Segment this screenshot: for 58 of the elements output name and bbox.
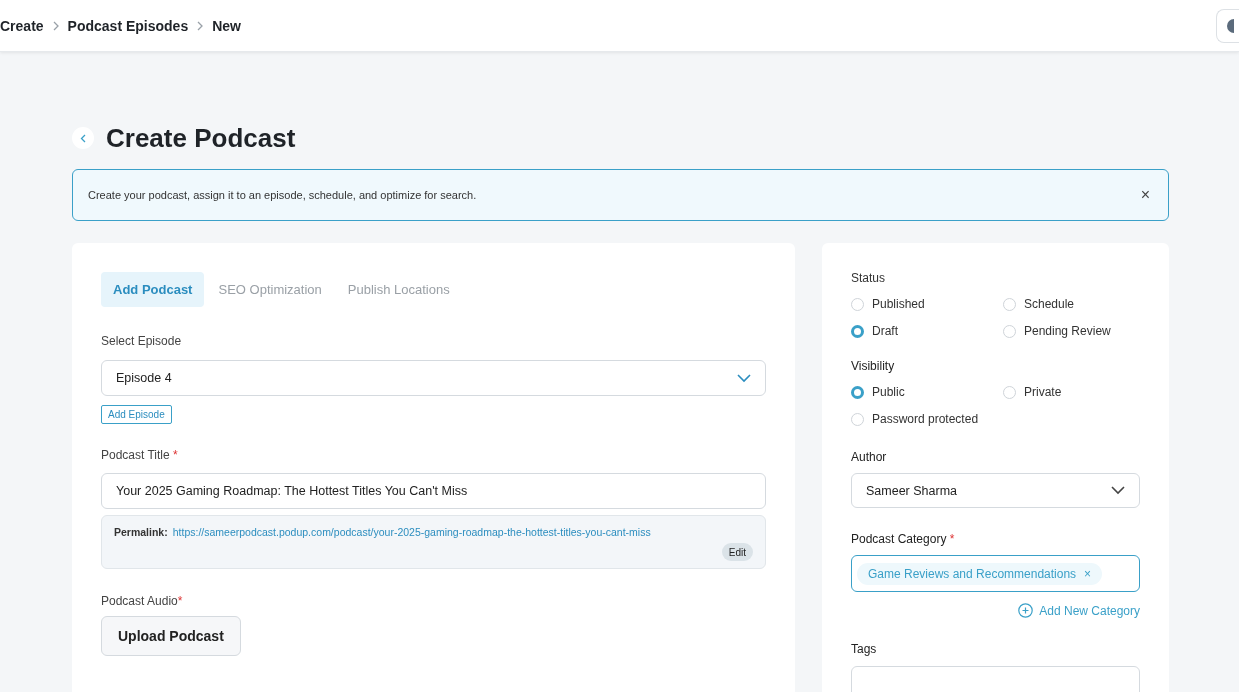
radio-label: Password protected — [872, 412, 979, 426]
tags-input[interactable] — [851, 666, 1140, 692]
upload-button[interactable]: Upload Podcast — [101, 616, 241, 656]
radio-button[interactable] — [1003, 324, 1016, 338]
radio-button[interactable] — [1003, 385, 1016, 399]
field-label: Select Episode — [101, 334, 183, 348]
edit-button[interactable]: Edit — [721, 543, 753, 561]
radio-label: Draft — [872, 324, 898, 338]
radio-label: Pending Review — [1024, 324, 1111, 338]
close-button[interactable]: × — [1136, 186, 1154, 204]
radio-label: Public — [872, 385, 905, 399]
section-label: Tags — [851, 642, 878, 656]
chevron-right-icon — [197, 20, 204, 31]
help-button[interactable] — [1216, 8, 1239, 43]
chevron-right-icon — [52, 20, 59, 31]
field-label: Podcast Audio — [101, 594, 178, 608]
radio-option[interactable]: Published — [851, 295, 1003, 313]
radio-button[interactable] — [851, 297, 864, 311]
chevron-down-icon — [1111, 486, 1125, 495]
required-mark: * — [173, 448, 178, 462]
radio-button[interactable] — [851, 412, 864, 426]
page-title: Create Podcast — [106, 122, 296, 154]
plus-circle-icon — [1018, 603, 1034, 618]
add-episode-button[interactable]: Add Episode — [101, 405, 172, 424]
radio-button[interactable] — [1003, 297, 1016, 311]
radio-option[interactable]: Draft — [851, 322, 1003, 340]
radio-label: Schedule — [1024, 297, 1075, 311]
required-mark: * — [949, 532, 955, 546]
breadcrumb-link[interactable]: Create — [0, 17, 44, 34]
radio-option[interactable]: Private — [1003, 383, 1140, 401]
banner-text: Create your podcast, assign it to an episode, schedule, and optimize for search. — [88, 189, 477, 201]
chevron-down-icon — [737, 373, 751, 383]
title-input[interactable]: Your 2025 Gaming Roadmap: The Hottest Titles You Can't Miss — [101, 473, 766, 509]
select-value: Sameer Sharma — [866, 483, 957, 498]
section-label: Podcast Category — [851, 532, 947, 546]
required-mark: * — [177, 594, 183, 608]
radio-option[interactable]: Password protected — [851, 410, 1003, 428]
field-label: Podcast Title — [101, 448, 170, 462]
author-select[interactable]: Sameer Sharma — [851, 473, 1140, 508]
breadcrumb-link[interactable]: New — [212, 17, 241, 34]
tag-label: Game Reviews and Recommendations — [868, 566, 1077, 581]
radio-button[interactable] — [851, 385, 864, 399]
radio-option[interactable]: Pending Review — [1003, 322, 1140, 340]
chevron-left-icon — [80, 133, 86, 143]
radio-option[interactable]: Schedule — [1003, 295, 1140, 313]
radio-label: Private — [1024, 385, 1062, 399]
permalink-link[interactable]: https://sameerpodcast.podup.com/podcast/your-2025-gaming-roadmap-the-hottest-titles-you-cant-miss — [172, 526, 651, 538]
radio-option[interactable]: Public — [851, 383, 1003, 401]
radio-button[interactable] — [851, 324, 864, 338]
select-value: Episode 4 — [116, 371, 172, 385]
section-label: Author — [851, 450, 888, 464]
breadcrumb-link[interactable]: Podcast Episodes — [67, 17, 189, 34]
back-button[interactable] — [72, 127, 94, 149]
section-label: Visibility — [851, 359, 896, 373]
radio-label: Published — [872, 297, 925, 311]
permalink-label: Permalink: — [114, 526, 168, 538]
episode-select[interactable]: Episode 4 — [101, 360, 766, 396]
section-label: Status — [851, 271, 887, 285]
